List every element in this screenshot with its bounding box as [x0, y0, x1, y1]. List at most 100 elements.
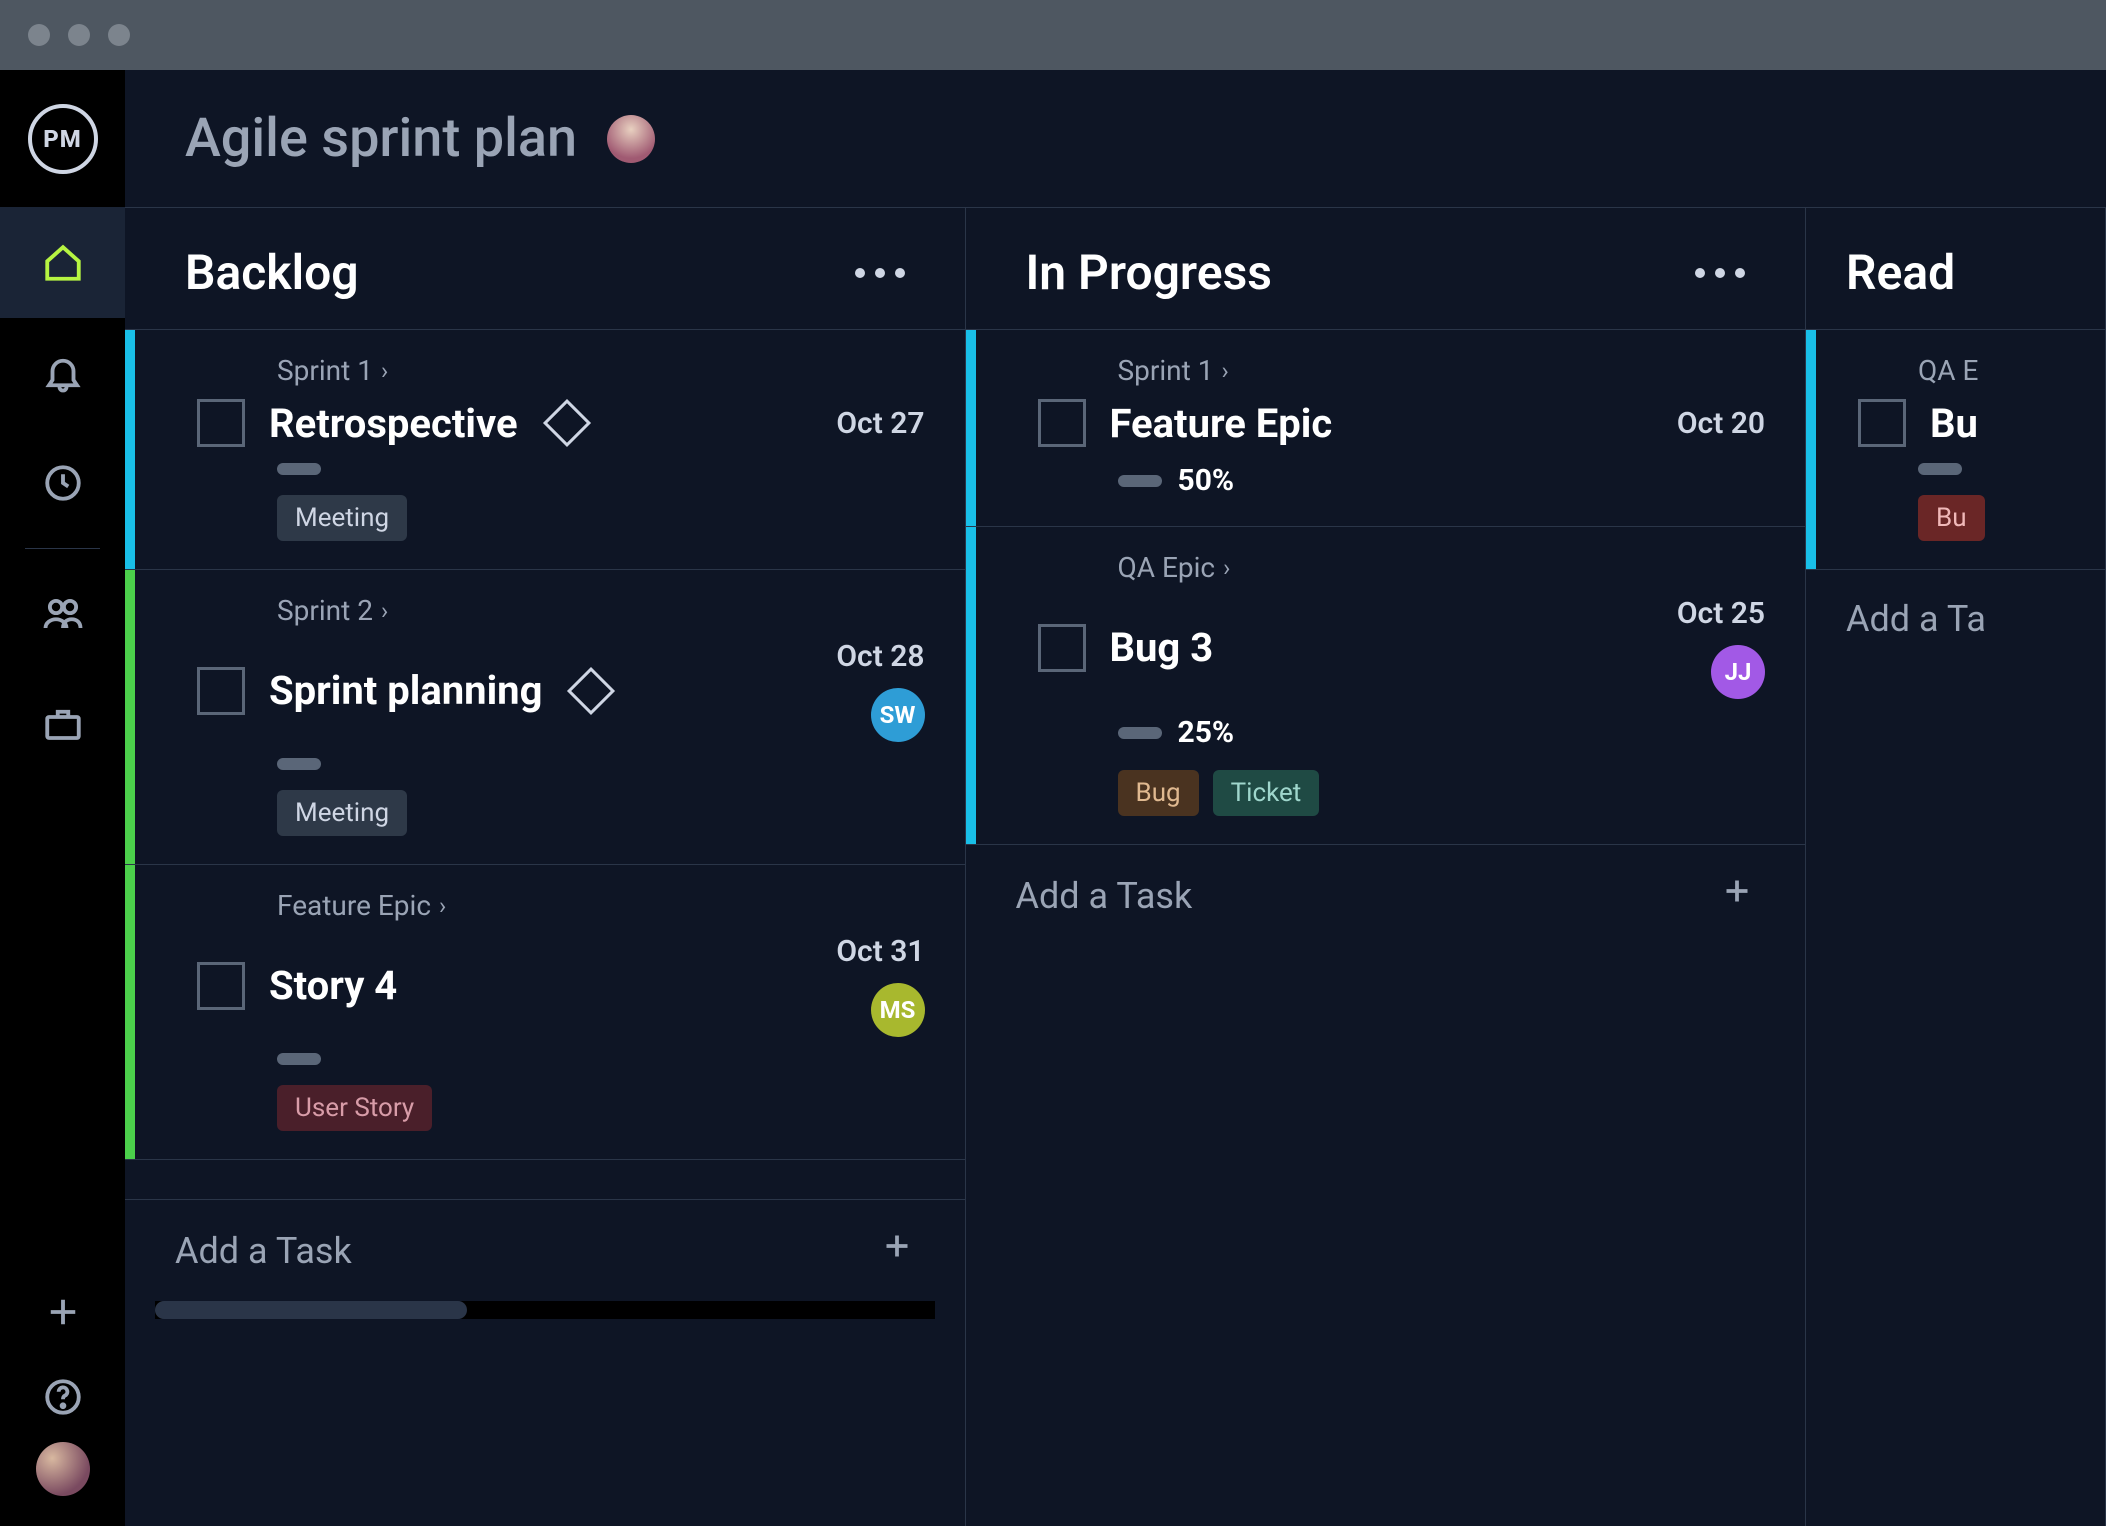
kanban-board: Backlog Sprint 1 › Retrospective — [125, 208, 2106, 1526]
board-header: Agile sprint plan — [125, 70, 2106, 208]
chevron-right-icon: › — [381, 357, 388, 385]
card-accent — [125, 570, 135, 864]
progress-bar — [1918, 463, 1962, 475]
card-breadcrumb[interactable]: QA Epic › — [1118, 551, 1766, 584]
nav-add[interactable] — [0, 1272, 125, 1352]
assignee-avatar[interactable]: MS — [871, 983, 925, 1037]
task-checkbox[interactable] — [1038, 399, 1086, 447]
column-menu-button[interactable] — [1695, 268, 1745, 278]
board-member-avatar[interactable] — [607, 115, 655, 163]
progress-bar — [277, 758, 321, 770]
home-icon — [42, 242, 84, 284]
task-checkbox[interactable] — [1858, 399, 1906, 447]
column-menu-button[interactable] — [855, 268, 905, 278]
task-date: Oct 25 — [1677, 596, 1765, 631]
task-title: Sprint planning — [269, 667, 542, 714]
card-breadcrumb[interactable]: Sprint 1 › — [1118, 354, 1766, 387]
tag-meeting[interactable]: Meeting — [277, 495, 407, 541]
task-card[interactable]: Feature Epic › Story 4 Oct 31 MS — [125, 864, 965, 1159]
progress-bar — [1118, 727, 1162, 739]
task-checkbox[interactable] — [197, 399, 245, 447]
horizontal-scrollbar[interactable] — [155, 1301, 935, 1319]
column-title: Read — [1846, 244, 1955, 301]
add-task-button[interactable]: Add a Ta — [1806, 569, 2105, 668]
task-date: Oct 20 — [1677, 406, 1765, 441]
user-avatar[interactable] — [36, 1442, 90, 1496]
column-in-progress: In Progress Sprint 1 › Feature Epic — [966, 208, 1807, 1526]
tag-bug[interactable]: Bug — [1118, 770, 1199, 816]
card-breadcrumb[interactable]: Sprint 1 › — [277, 354, 925, 387]
add-task-label: Add a Ta — [1846, 598, 1986, 640]
task-card[interactable]: Sprint 1 › Feature Epic Oct 20 — [966, 329, 1806, 526]
nav-recent[interactable] — [0, 428, 125, 538]
task-title: Retrospective — [269, 400, 518, 447]
progress-bar — [277, 463, 321, 475]
traffic-light-zoom[interactable] — [108, 24, 130, 46]
tag-ticket[interactable]: Ticket — [1213, 770, 1320, 816]
task-date: Oct 31 — [836, 934, 924, 969]
card-accent — [125, 865, 135, 1159]
nav-home[interactable] — [0, 208, 125, 318]
card-breadcrumb[interactable]: Feature Epic › — [277, 889, 925, 922]
logo[interactable]: PM — [0, 70, 125, 208]
add-task-label: Add a Task — [175, 1230, 352, 1272]
plus-icon — [879, 1228, 915, 1273]
sidebar-separator — [25, 548, 100, 549]
task-date: Oct 28 — [836, 639, 924, 674]
task-title: Story 4 — [269, 962, 397, 1009]
tag-user-story[interactable]: User Story — [277, 1085, 432, 1131]
clock-icon — [42, 462, 84, 504]
task-checkbox[interactable] — [1038, 624, 1086, 672]
milestone-icon — [543, 399, 591, 447]
card-breadcrumb[interactable]: Sprint 2 › — [277, 594, 925, 627]
sidebar: PM — [0, 70, 125, 1526]
logo-text: PM — [43, 125, 82, 153]
column-ready: Read QA E Bu — [1806, 208, 2106, 1526]
task-card[interactable]: QA Epic › Bug 3 Oct 25 JJ — [966, 526, 1806, 844]
chevron-right-icon: › — [1223, 554, 1230, 582]
assignee-avatar[interactable]: JJ — [1711, 645, 1765, 699]
task-title: Feature Epic — [1110, 400, 1333, 447]
add-task-button[interactable]: Add a Task — [966, 844, 1806, 946]
progress-percent: 50% — [1178, 463, 1235, 498]
nav-projects[interactable] — [0, 669, 125, 779]
briefcase-icon — [42, 703, 84, 745]
board-title: Agile sprint plan — [185, 107, 577, 170]
task-checkbox[interactable] — [197, 667, 245, 715]
column-title: Backlog — [185, 244, 359, 301]
task-checkbox[interactable] — [197, 962, 245, 1010]
card-accent — [125, 330, 135, 569]
plus-icon — [42, 1291, 84, 1333]
nav-help[interactable] — [0, 1352, 125, 1442]
chevron-right-icon: › — [381, 597, 388, 625]
progress-bar — [1118, 475, 1162, 487]
column-title: In Progress — [1026, 244, 1272, 301]
window-titlebar — [0, 0, 2106, 70]
chevron-right-icon: › — [1221, 357, 1228, 385]
bell-icon — [42, 352, 84, 394]
column-backlog: Backlog Sprint 1 › Retrospective — [125, 208, 966, 1526]
traffic-light-minimize[interactable] — [68, 24, 90, 46]
task-card[interactable]: Sprint 2 › Sprint planning Oct 28 SW — [125, 569, 965, 864]
people-icon — [42, 593, 84, 635]
milestone-icon — [567, 666, 615, 714]
tag-meeting[interactable]: Meeting — [277, 790, 407, 836]
card-accent — [966, 527, 976, 844]
traffic-light-close[interactable] — [28, 24, 50, 46]
nav-notifications[interactable] — [0, 318, 125, 428]
assignee-avatar[interactable]: SW — [871, 688, 925, 742]
card-accent — [1806, 330, 1816, 569]
task-card[interactable]: QA E Bu Bu — [1806, 329, 2105, 569]
add-task-button[interactable]: Add a Task — [125, 1199, 965, 1301]
card-accent — [966, 330, 976, 526]
task-title: Bu — [1930, 400, 1978, 447]
progress-bar — [277, 1053, 321, 1065]
plus-icon — [1719, 873, 1755, 918]
task-card[interactable]: Sprint 1 › Retrospective Oct 27 — [125, 329, 965, 569]
add-task-label: Add a Task — [1016, 875, 1193, 917]
progress-percent: 25% — [1178, 715, 1235, 750]
card-breadcrumb[interactable]: QA E — [1918, 354, 2105, 387]
tag-bug[interactable]: Bu — [1918, 495, 1985, 541]
nav-team[interactable] — [0, 559, 125, 669]
chevron-right-icon: › — [439, 892, 446, 920]
